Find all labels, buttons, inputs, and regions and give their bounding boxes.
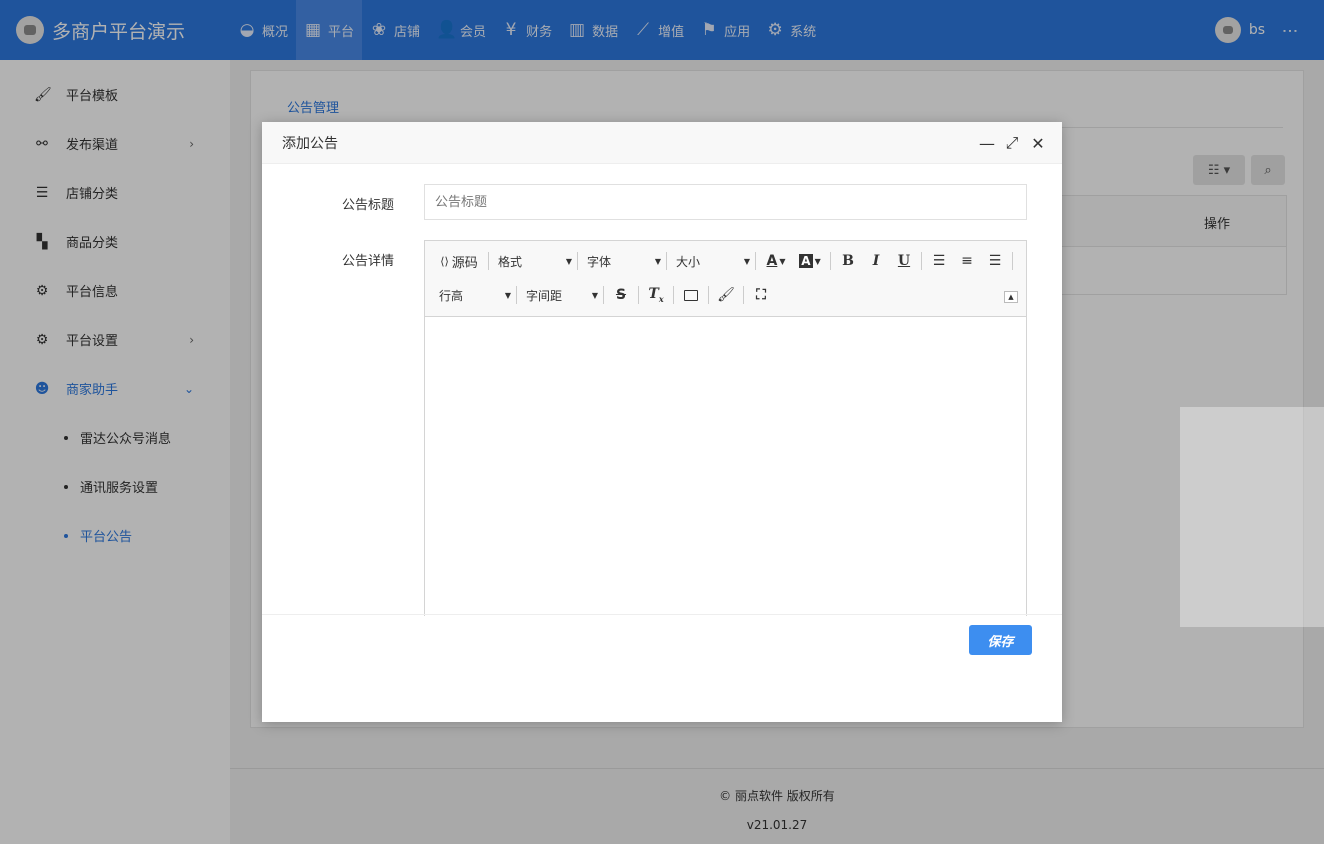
collapse-toolbar-icon[interactable]: ▲ <box>1004 291 1018 303</box>
format-painter-button[interactable]: 🖌 <box>712 283 740 307</box>
notice-title-label: 公告标题 <box>341 198 394 213</box>
text-color-button[interactable]: A ▼ <box>759 249 793 273</box>
align-left-icon: ☰ <box>932 253 946 269</box>
strikethrough-icon: S <box>615 287 627 303</box>
toolbar-separator <box>577 252 578 270</box>
letter-spacing-label: 字间距 <box>526 288 563 303</box>
notice-title-input[interactable] <box>424 184 1027 220</box>
background-color-icon: A <box>799 254 813 268</box>
caret-down-icon: ▼ <box>565 256 572 266</box>
font-select[interactable]: 字体 ▼ <box>581 249 663 273</box>
minimize-icon[interactable]: — <box>978 134 996 153</box>
toolbar-separator <box>673 286 674 304</box>
toolbar-separator <box>488 252 489 270</box>
add-notice-dialog: 添加公告 — ⤢ ✕ 公告标题 公告详情 ⟨⟩源码 格式▼ 字体▼ 大小▼ A▼… <box>262 122 1062 722</box>
dialog-header: 添加公告 — ⤢ ✕ <box>262 122 1062 164</box>
italic-icon: I <box>872 253 880 269</box>
source-label: 源码 <box>451 255 478 271</box>
source-button[interactable]: ⟨⟩ 源码 <box>433 249 485 273</box>
caret-down-icon: ▼ <box>591 290 598 300</box>
background-color-button[interactable]: A ▼ <box>793 249 827 273</box>
toolbar-row: ⟨⟩ 源码 格式 ▼ 字体 ▼ 大小 ▼ A ▼ A ▼ B I U ☰ ≡ ☰ <box>433 247 1016 275</box>
underline-icon: U <box>897 253 911 269</box>
align-right-icon: ☰ <box>988 253 1002 269</box>
toolbar-separator <box>516 286 517 304</box>
size-select[interactable]: 大小 ▼ <box>670 249 752 273</box>
notice-detail-label: 公告详情 <box>341 254 394 269</box>
source-code-icon: ⟨⟩ <box>440 254 449 268</box>
toolbar-separator <box>743 286 744 304</box>
caret-down-icon: ▼ <box>504 290 511 300</box>
caret-down-icon: ▼ <box>814 256 821 266</box>
format-select[interactable]: 格式 ▼ <box>492 249 574 273</box>
text-color-icon: A <box>766 253 778 269</box>
image-icon <box>684 289 698 301</box>
strikethrough-button[interactable]: S <box>607 283 635 307</box>
clear-format-button[interactable]: Tx <box>642 283 670 307</box>
toolbar-separator <box>830 252 831 270</box>
ghost-panel <box>1180 407 1324 627</box>
toolbar-separator <box>638 286 639 304</box>
dialog-footer: 保存 <box>262 614 1062 722</box>
insert-image-button[interactable] <box>677 283 705 307</box>
toolbar-separator <box>755 252 756 270</box>
toolbar-separator <box>666 252 667 270</box>
clear-format-icon: Tx <box>648 286 664 304</box>
brush-icon: 🖌 <box>717 287 735 303</box>
align-center-icon: ≡ <box>961 253 973 269</box>
close-icon[interactable]: ✕ <box>1029 134 1047 153</box>
size-label: 大小 <box>676 254 701 269</box>
dialog-title: 添加公告 <box>282 135 338 152</box>
format-label: 格式 <box>498 254 523 269</box>
align-left-button[interactable]: ☰ <box>925 249 953 273</box>
editor-content-area[interactable] <box>425 317 1026 616</box>
italic-button[interactable]: I <box>862 249 890 273</box>
font-label: 字体 <box>587 254 612 269</box>
line-height-label: 行高 <box>439 288 464 303</box>
expand-icon: ⛶ <box>756 287 766 303</box>
caret-down-icon: ▼ <box>654 256 661 266</box>
bold-button[interactable]: B <box>834 249 862 273</box>
caret-down-icon: ▼ <box>743 256 750 266</box>
dialog-body: 公告标题 公告详情 ⟨⟩源码 格式▼ 字体▼ 大小▼ A▼ A▼ B <box>262 164 1062 616</box>
editor-toolbar: ⟨⟩ 源码 格式 ▼ 字体 ▼ 大小 ▼ A ▼ A ▼ B I U ☰ ≡ ☰… <box>425 241 1026 317</box>
line-height-select[interactable]: 行高 ▼ <box>433 283 513 307</box>
toolbar-row: 行高 ▼ 字间距 ▼ S Tx 🖌 ⛶ <box>433 281 775 309</box>
toolbar-separator <box>603 286 604 304</box>
caret-down-icon: ▼ <box>779 256 786 266</box>
toolbar-separator <box>921 252 922 270</box>
maximize-icon[interactable]: ⤢ <box>1003 133 1021 152</box>
bold-icon: B <box>842 253 854 269</box>
rich-text-editor: ⟨⟩ 源码 格式 ▼ 字体 ▼ 大小 ▼ A ▼ A ▼ B I U ☰ ≡ ☰… <box>424 240 1027 616</box>
letter-spacing-select[interactable]: 字间距 ▼ <box>520 283 600 307</box>
fullscreen-button[interactable]: ⛶ <box>747 283 775 307</box>
underline-button[interactable]: U <box>890 249 918 273</box>
toolbar-separator <box>708 286 709 304</box>
align-right-button[interactable]: ☰ <box>981 249 1009 273</box>
save-button[interactable]: 保存 <box>969 625 1032 655</box>
align-center-button[interactable]: ≡ <box>953 249 981 273</box>
toolbar-separator <box>1012 252 1013 270</box>
